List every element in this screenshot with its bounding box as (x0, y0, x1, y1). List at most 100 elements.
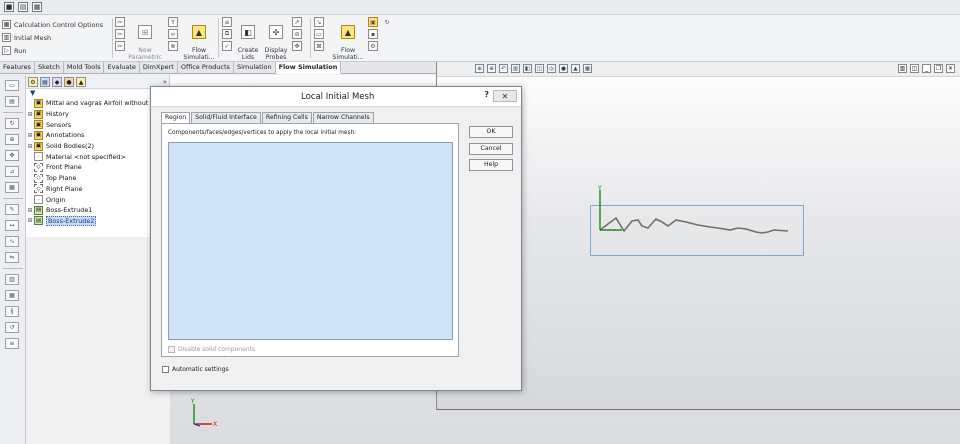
property-manager-tab-icon[interactable]: ▤ (40, 77, 50, 87)
tree-item[interactable]: · Material <not specified> (26, 151, 169, 162)
tab-dimxpert[interactable]: DimXpert (140, 62, 178, 74)
airfoil-model[interactable]: Y (590, 184, 810, 244)
expand-toggle-icon[interactable]: ⊞ (26, 143, 34, 150)
save-icon[interactable]: ▪ (368, 29, 378, 39)
feature-manager-tab-icon[interactable]: ⚙ (28, 77, 38, 87)
flow-simulation-button-2[interactable]: ▲ Flow Simulati... (330, 18, 366, 61)
layout-icon[interactable]: ▥ (5, 274, 19, 285)
section-icon[interactable]: ▤ (5, 96, 19, 107)
display-manager-tab-icon[interactable]: ● (64, 77, 74, 87)
revolve-icon[interactable]: ↺ (5, 322, 19, 333)
results-icon[interactable]: ⊠ (314, 41, 324, 51)
probe-icon[interactable]: ⊘ (292, 29, 302, 39)
stack-icon[interactable]: ≡ (5, 338, 19, 349)
probe-icon[interactable]: ✥ (292, 41, 302, 51)
zoom-icon[interactable]: ⊕ (5, 134, 19, 145)
goal-icon[interactable]: ⊗ (168, 41, 178, 51)
configuration-manager-tab-icon[interactable]: ◆ (52, 77, 62, 87)
create-lids-button[interactable]: ◧ Create Lids (236, 18, 260, 61)
document-icon[interactable]: ≡ (222, 17, 232, 27)
zoom-to-fit-icon[interactable]: ⊕ (475, 64, 484, 73)
dialog-title-bar[interactable]: Local Initial Mesh ? ✕ (151, 87, 521, 107)
layers-icon[interactable]: ▦ (32, 2, 42, 12)
tab-sketch[interactable]: Sketch (35, 62, 64, 74)
settings-icon[interactable]: ⚙ (368, 41, 378, 51)
tree-item[interactable]: ⊞ ▣ Solid Bodies(2) (26, 141, 169, 152)
smart-dimension-icon[interactable]: ↔ (5, 220, 19, 231)
ok-button[interactable]: OK (469, 126, 513, 138)
tree-item[interactable]: ◇ Front Plane (26, 162, 169, 173)
curve-icon[interactable]: ∿ (5, 236, 19, 247)
tab-refining-cells[interactable]: Refining Cells (261, 112, 312, 123)
apply-scene-icon[interactable]: ▲ (571, 64, 580, 73)
calculation-control-options-button[interactable]: ▦ Calculation Control Options (2, 18, 110, 31)
gallery-icon[interactable]: ▤ (18, 2, 28, 12)
results-icon[interactable]: ▭ (314, 29, 324, 39)
tab-narrow-channels[interactable]: Narrow Channels (312, 112, 374, 123)
pan-icon[interactable]: ✥ (5, 150, 19, 161)
tab-features[interactable]: Features (0, 62, 35, 74)
expand-toggle-icon[interactable]: ⊞ (26, 111, 34, 118)
expand-panel-icon[interactable]: » (163, 78, 167, 86)
restore-icon[interactable]: ❐ (934, 64, 943, 73)
automatic-settings-option[interactable]: Automatic settings (162, 366, 229, 373)
initial-mesh-button[interactable]: ▥ Initial Mesh (2, 31, 110, 44)
components-selection-list[interactable] (168, 142, 453, 340)
display-probes-button[interactable]: ✣ Display Probes (262, 18, 290, 61)
tab-flow-simulation[interactable]: Flow Simulation (275, 62, 342, 74)
tree-item[interactable]: ◇ Top Plane (26, 173, 169, 184)
tree-item[interactable]: ▣ Mittal and vagras Airfoil without fil (26, 98, 169, 109)
history-icon[interactable]: ↻ (382, 17, 392, 27)
tab-mold-tools[interactable]: Mold Tools (64, 62, 105, 74)
expand-toggle-icon[interactable]: ⊞ (26, 217, 34, 224)
previous-view-icon[interactable]: ↶ (499, 64, 508, 73)
view-orientation-icon[interactable]: ◧ (523, 64, 532, 73)
table-icon[interactable]: ▦ (5, 290, 19, 301)
tool-icon[interactable]: ✂ (115, 29, 125, 39)
camera-icon[interactable]: ■ (4, 2, 14, 12)
probe-icon[interactable]: ↗ (292, 17, 302, 27)
help-button[interactable]: Help (469, 159, 513, 171)
spring-icon[interactable]: § (5, 306, 19, 317)
tab-evaluate[interactable]: Evaluate (104, 62, 140, 74)
tab-simulation[interactable]: Simulation (234, 62, 276, 74)
goal-icon[interactable]: Y (168, 17, 178, 27)
display-style-icon[interactable]: ◫ (535, 64, 544, 73)
split-view-icon[interactable]: ▥ (898, 64, 907, 73)
help-icon[interactable]: ? (484, 90, 489, 99)
view-icon[interactable]: ▭ (5, 80, 19, 91)
tool-icon[interactable]: ✂ (115, 41, 125, 51)
close-icon[interactable]: ✕ (493, 90, 517, 102)
tree-item[interactable]: ▣ Sensors (26, 119, 169, 130)
section-view-icon[interactable]: ▥ (511, 64, 520, 73)
cancel-button[interactable]: Cancel (469, 143, 513, 155)
tab-office-products[interactable]: Office Products (178, 62, 234, 74)
grid-icon[interactable]: ▦ (5, 182, 19, 193)
hide-show-icon[interactable]: ◎ (547, 64, 556, 73)
tree-item[interactable]: ⊞ ▣ Annotations (26, 130, 169, 141)
new-parametric-study-button[interactable]: ⊞ New Parametric Study (128, 18, 162, 68)
tree-item[interactable]: ◇ Right Plane (26, 184, 169, 195)
filter-icon[interactable]: ▼ (26, 89, 169, 98)
copy-icon[interactable]: ⧉ (222, 29, 232, 39)
split-view-icon[interactable]: ◫ (910, 64, 919, 73)
results-icon[interactable]: ↘ (314, 17, 324, 27)
automatic-settings-checkbox[interactable] (162, 366, 169, 373)
goal-icon[interactable]: ∞ (168, 29, 178, 39)
measure-icon[interactable]: ⊿ (5, 166, 19, 177)
flow-analysis-tree-tab-icon[interactable]: ▲ (76, 77, 86, 87)
zoom-area-icon[interactable]: ⊕ (487, 64, 496, 73)
flow-simulation-button-1[interactable]: ▲ Flow Simulati... (182, 18, 216, 61)
tab-solid-fluid-interface[interactable]: Solid/Fluid Interface (191, 112, 261, 123)
rotate-icon[interactable]: ↻ (5, 118, 19, 129)
sketch-icon[interactable]: ✎ (5, 204, 19, 215)
close-icon[interactable]: ✕ (946, 64, 955, 73)
minimize-icon[interactable]: _ (922, 64, 931, 73)
tool-icon[interactable]: ✂ (115, 17, 125, 27)
edit-appearance-icon[interactable]: ● (559, 64, 568, 73)
tree-item[interactable]: ⊞ ▤ Boss-Extrude2 (26, 215, 169, 227)
tree-item[interactable]: ⊞ ▣ History (26, 109, 169, 120)
view-settings-icon[interactable]: ▦ (583, 64, 592, 73)
expand-toggle-icon[interactable]: ⊞ (26, 207, 34, 214)
tree-item[interactable]: · Origin (26, 194, 169, 205)
